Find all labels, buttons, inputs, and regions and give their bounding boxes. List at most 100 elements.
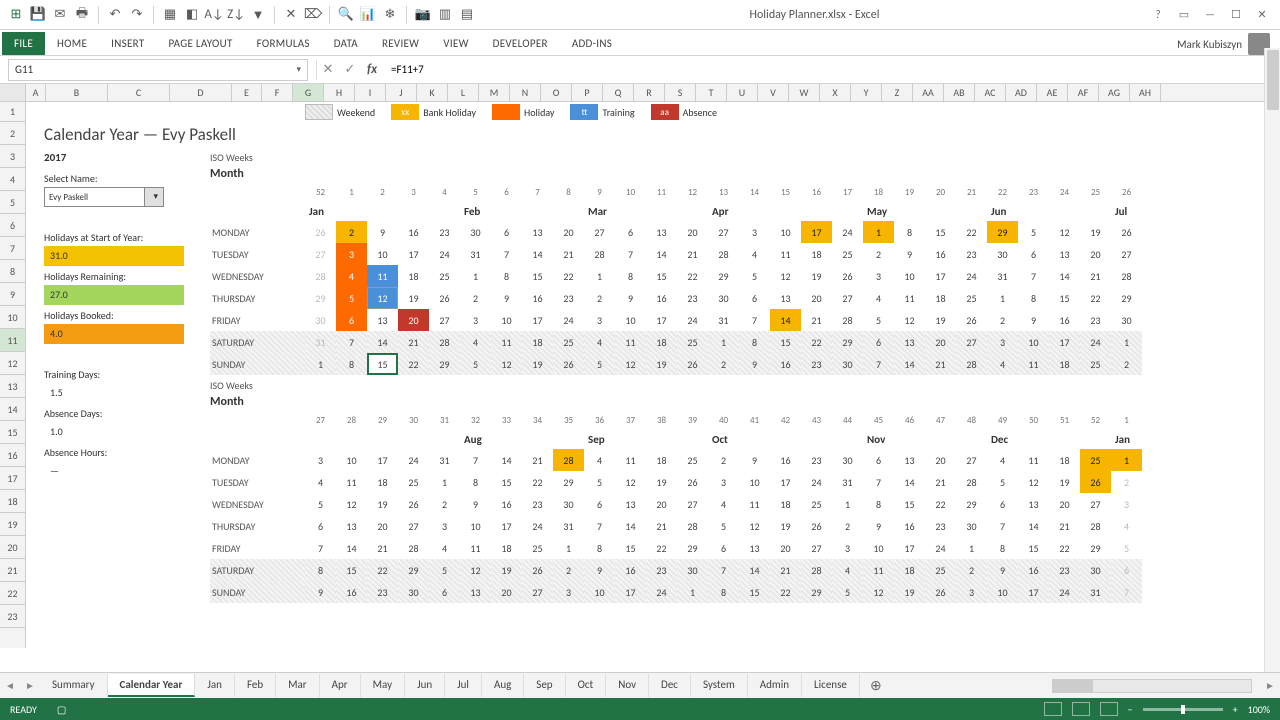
calendar-day[interactable]: 7 bbox=[708, 559, 739, 581]
filter-icon[interactable]: ▼ bbox=[250, 7, 266, 23]
calendar-day[interactable]: 1 bbox=[677, 581, 708, 603]
calendar-day[interactable]: 15 bbox=[1018, 537, 1049, 559]
calendar-day[interactable]: 21 bbox=[1080, 265, 1111, 287]
calendar-day[interactable]: 8 bbox=[863, 493, 894, 515]
calendar-day[interactable]: 27 bbox=[429, 309, 460, 331]
calendar-day[interactable]: 27 bbox=[677, 493, 708, 515]
calendar-day[interactable]: 18 bbox=[398, 265, 429, 287]
sheet-tab-nov[interactable]: Nov bbox=[606, 674, 649, 697]
calendar-day[interactable]: 22 bbox=[367, 559, 398, 581]
magnify-icon[interactable]: 🔍 bbox=[338, 7, 354, 23]
calendar-day[interactable]: 29 bbox=[1111, 287, 1142, 309]
row-header[interactable]: 9 bbox=[0, 283, 25, 306]
column-header[interactable]: P bbox=[572, 84, 603, 101]
calendar-day[interactable]: 3 bbox=[460, 309, 491, 331]
qat-icon-4[interactable]: ▥ bbox=[437, 7, 453, 23]
calendar-day[interactable]: 15 bbox=[894, 493, 925, 515]
calendar-day[interactable]: 6 bbox=[739, 287, 770, 309]
sheet-tab-mar[interactable]: Mar bbox=[276, 674, 320, 697]
calendar-day[interactable]: 23 bbox=[367, 581, 398, 603]
calendar-day[interactable]: 7 bbox=[739, 309, 770, 331]
calendar-day[interactable]: 6 bbox=[1018, 243, 1049, 265]
calendar-day[interactable]: 27 bbox=[956, 449, 987, 471]
calendar-day[interactable]: 22 bbox=[522, 471, 553, 493]
calendar-day[interactable]: 11 bbox=[615, 331, 646, 353]
calendar-day[interactable]: 10 bbox=[460, 515, 491, 537]
zoom-out-icon[interactable]: − bbox=[1128, 703, 1133, 716]
sort-asc-icon[interactable]: A↓ bbox=[206, 7, 222, 23]
calendar-day[interactable]: 29 bbox=[677, 537, 708, 559]
ribbon-tab-review[interactable]: REVIEW bbox=[370, 32, 431, 55]
calendar-day[interactable]: 9 bbox=[491, 287, 522, 309]
calendar-day[interactable]: 5 bbox=[584, 353, 615, 375]
calendar-day[interactable]: 25 bbox=[832, 243, 863, 265]
calendar-day[interactable]: 22 bbox=[553, 265, 584, 287]
calendar-day[interactable]: 7 bbox=[615, 243, 646, 265]
calendar-day[interactable]: 28 bbox=[553, 449, 584, 471]
calendar-day[interactable]: 11 bbox=[863, 559, 894, 581]
calendar-day[interactable]: 16 bbox=[925, 243, 956, 265]
calendar-day[interactable]: 20 bbox=[925, 449, 956, 471]
calendar-day[interactable]: 2 bbox=[336, 221, 367, 243]
calendar-day[interactable]: 20 bbox=[925, 331, 956, 353]
add-sheet-icon[interactable]: ⊕ bbox=[866, 677, 886, 694]
calendar-day[interactable]: 17 bbox=[801, 221, 832, 243]
calendar-day[interactable]: 9 bbox=[863, 515, 894, 537]
user-account[interactable]: Mark Kubiszyn bbox=[1177, 33, 1278, 55]
column-header[interactable]: U bbox=[727, 84, 758, 101]
calendar-day[interactable]: 18 bbox=[522, 331, 553, 353]
calendar-day[interactable]: 12 bbox=[739, 515, 770, 537]
calendar-day[interactable]: 2 bbox=[553, 559, 584, 581]
calendar-day[interactable]: 24 bbox=[832, 221, 863, 243]
maximize-icon[interactable]: ☐ bbox=[1224, 5, 1248, 25]
calendar-day[interactable]: 1 bbox=[429, 471, 460, 493]
ribbon-tab-home[interactable]: HOME bbox=[45, 32, 99, 55]
calendar-day[interactable]: 28 bbox=[398, 537, 429, 559]
row-header[interactable]: 14 bbox=[0, 398, 25, 421]
calendar-day[interactable]: 6 bbox=[708, 537, 739, 559]
calendar-day[interactable]: 23 bbox=[956, 243, 987, 265]
ribbon-tab-insert[interactable]: INSERT bbox=[99, 32, 156, 55]
calendar-day[interactable]: 29 bbox=[801, 581, 832, 603]
calendar-day[interactable]: 9 bbox=[615, 287, 646, 309]
calendar-day[interactable]: 8 bbox=[305, 559, 336, 581]
calendar-day[interactable]: 18 bbox=[646, 449, 677, 471]
calendar-day[interactable]: 7 bbox=[1018, 265, 1049, 287]
calendar-day[interactable]: 25 bbox=[956, 287, 987, 309]
calendar-day[interactable]: 27 bbox=[956, 331, 987, 353]
select-all-button[interactable] bbox=[0, 84, 26, 101]
calendar-day[interactable]: 6 bbox=[1111, 559, 1142, 581]
calendar-day[interactable]: 1 bbox=[1111, 449, 1142, 471]
calendar-day[interactable]: 12 bbox=[491, 353, 522, 375]
calendar-day[interactable]: 5 bbox=[584, 471, 615, 493]
calendar-day[interactable]: 29 bbox=[956, 493, 987, 515]
column-header[interactable]: F bbox=[262, 84, 293, 101]
calendar-day[interactable]: 27 bbox=[1111, 243, 1142, 265]
calendar-day[interactable]: 30 bbox=[677, 559, 708, 581]
calendar-day[interactable]: 29 bbox=[987, 221, 1018, 243]
calendar-day[interactable]: 7 bbox=[491, 243, 522, 265]
calendar-day[interactable]: 28 bbox=[956, 471, 987, 493]
calendar-day[interactable]: 21 bbox=[677, 243, 708, 265]
calendar-day[interactable]: 2 bbox=[1111, 353, 1142, 375]
calendar-day[interactable]: 25 bbox=[398, 471, 429, 493]
calendar-day[interactable]: 26 bbox=[305, 221, 336, 243]
calendar-day[interactable]: 8 bbox=[894, 221, 925, 243]
calendar-day[interactable]: 22 bbox=[1049, 537, 1080, 559]
calendar-day[interactable]: 26 bbox=[1111, 221, 1142, 243]
calendar-day[interactable]: 2 bbox=[863, 243, 894, 265]
qat-icon-1[interactable]: ▦ bbox=[162, 7, 178, 23]
calendar-day[interactable]: 2 bbox=[429, 493, 460, 515]
scroll-right-icon[interactable]: ► bbox=[1260, 679, 1280, 692]
calendar-day[interactable]: 24 bbox=[429, 243, 460, 265]
calendar-day[interactable]: 13 bbox=[770, 287, 801, 309]
calendar-day[interactable]: 20 bbox=[770, 537, 801, 559]
sheet-tab-may[interactable]: May bbox=[361, 674, 405, 697]
calendar-day[interactable]: 4 bbox=[832, 559, 863, 581]
calendar-day[interactable]: 20 bbox=[398, 309, 429, 331]
calendar-day[interactable]: 4 bbox=[1111, 515, 1142, 537]
calendar-day[interactable]: 30 bbox=[832, 449, 863, 471]
sheet-tab-apr[interactable]: Apr bbox=[320, 674, 361, 697]
sort-desc-icon[interactable]: Z↓ bbox=[228, 7, 244, 23]
column-header[interactable]: AA bbox=[913, 84, 944, 101]
